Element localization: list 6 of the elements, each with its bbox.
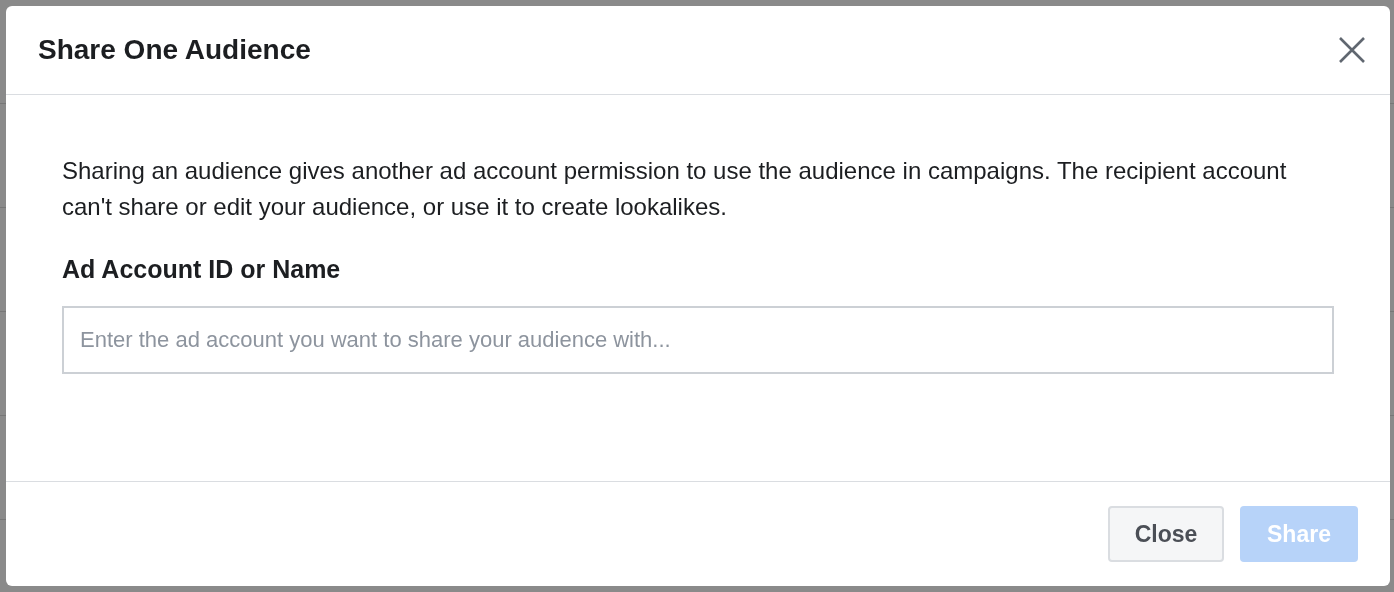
ad-account-field[interactable]: Enter the ad account you want to share your audience with...: [62, 306, 1334, 374]
close-button[interactable]: Close: [1108, 506, 1224, 562]
close-icon[interactable]: [1338, 36, 1366, 64]
description-text: Sharing an audience gives another ad account permission to use the audience in campaigns. The recipient account can't share or edit your audience, or use it to create lookalikes.: [62, 156, 1288, 222]
dialog-title: Share One Audience: [38, 34, 311, 66]
field-label: Ad Account ID or Name: [62, 255, 341, 284]
